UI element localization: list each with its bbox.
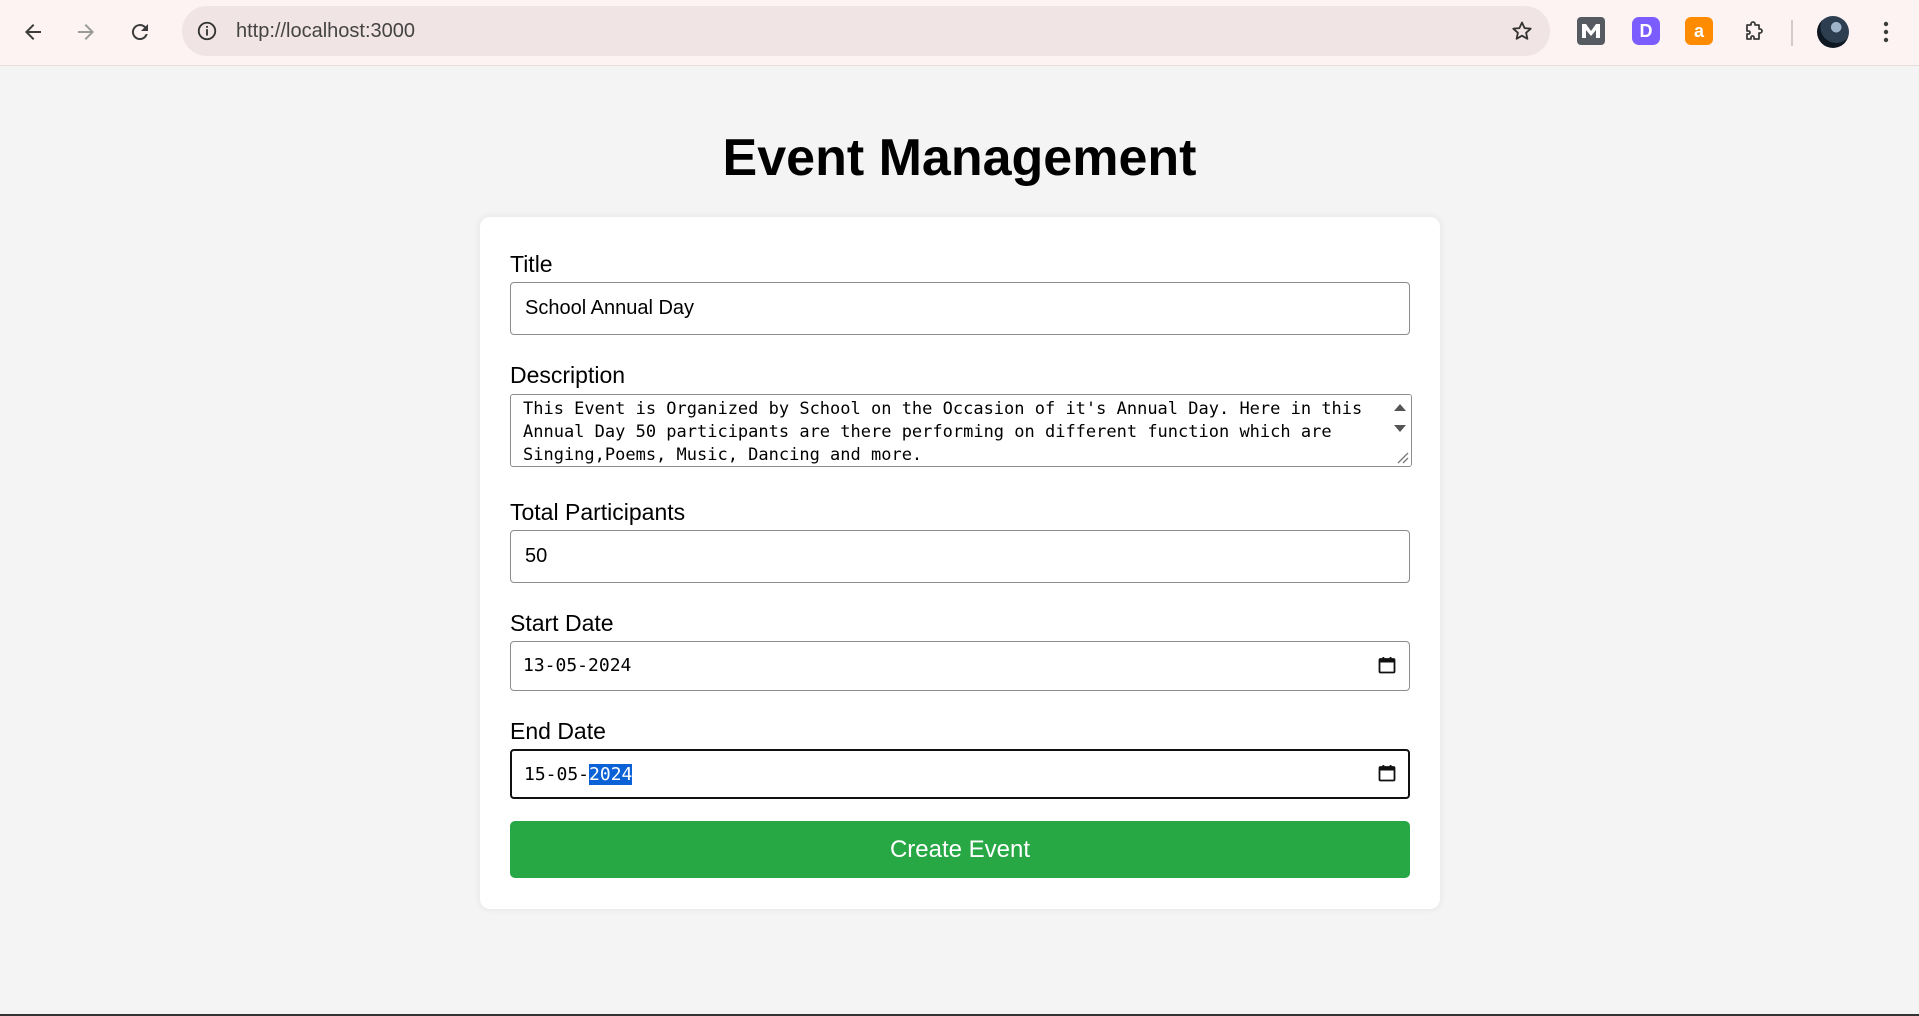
- bookmark-star-icon[interactable]: [1506, 15, 1538, 47]
- address-bar[interactable]: http://localhost:3000: [182, 6, 1550, 56]
- participants-input[interactable]: [510, 530, 1410, 583]
- site-info-icon[interactable]: [191, 15, 223, 47]
- page-title: Event Management: [722, 129, 1197, 187]
- end-date-label: End Date: [510, 718, 606, 744]
- profile-avatar[interactable]: [1817, 16, 1849, 48]
- forward-button[interactable]: [66, 12, 106, 52]
- title-input[interactable]: [510, 282, 1410, 335]
- calendar-icon[interactable]: [1377, 763, 1397, 783]
- url-text[interactable]: http://localhost:3000: [236, 20, 415, 42]
- extensions-button[interactable]: [1734, 12, 1774, 52]
- menu-dots-icon[interactable]: [1870, 16, 1902, 48]
- m-extension-icon[interactable]: [1577, 17, 1605, 45]
- description-textarea[interactable]: This Event is Organized by School on the…: [510, 394, 1412, 467]
- scroll-down-arrow-icon[interactable]: [1394, 425, 1406, 432]
- start-date-input[interactable]: 13-05-2024: [510, 641, 1410, 691]
- end-date-year-selected: 2024: [589, 764, 633, 785]
- toolbar-separator: [1791, 20, 1793, 46]
- arrow-left-icon: [25, 24, 41, 40]
- start-date-label: Start Date: [510, 610, 614, 636]
- scroll-up-arrow-icon[interactable]: [1394, 404, 1406, 411]
- reload-button[interactable]: [120, 12, 160, 52]
- participants-label: Total Participants: [510, 499, 686, 525]
- description-text: This Event is Organized by School on the…: [523, 399, 1363, 465]
- a-extension-letter: a: [1693, 20, 1704, 41]
- end-date-value: 15-05-2024: [524, 764, 633, 786]
- browser-toolbar: http://localhost:3000 D a: [0, 0, 1919, 66]
- a-extension-icon[interactable]: a: [1685, 17, 1713, 45]
- arrow-right-icon: [78, 24, 94, 40]
- back-button[interactable]: [13, 12, 53, 52]
- create-event-button[interactable]: Create Event: [510, 821, 1410, 878]
- puzzle-icon: [1746, 21, 1763, 40]
- d-extension-icon[interactable]: D: [1632, 17, 1660, 45]
- title-label: Title: [510, 251, 553, 277]
- end-date-input[interactable]: 15-05-2024: [510, 749, 1410, 799]
- calendar-icon[interactable]: [1377, 655, 1397, 675]
- reload-icon: [131, 24, 148, 41]
- d-extension-letter: D: [1639, 20, 1653, 41]
- textarea-scrollbar[interactable]: [1389, 395, 1411, 466]
- description-label: Description: [510, 362, 626, 388]
- start-date-value: 13-05-2024: [523, 655, 632, 676]
- resize-grip-icon[interactable]: [1395, 450, 1409, 464]
- event-form: Title Description This Event is Organize…: [480, 217, 1440, 909]
- end-date-day-month: 15-05-: [524, 764, 590, 785]
